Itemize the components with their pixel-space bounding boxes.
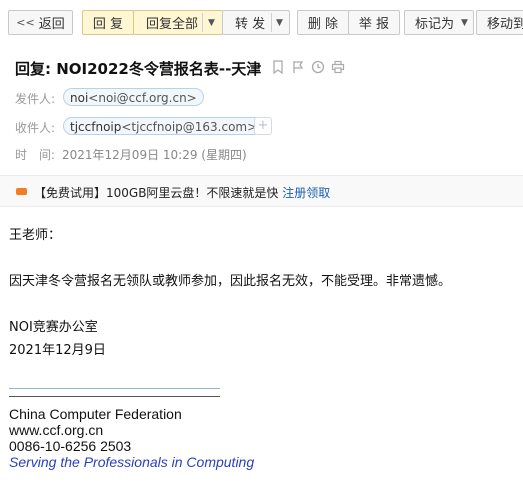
chevron-down-icon: ▼	[461, 17, 468, 28]
forward-button[interactable]: 转 发 ▼	[222, 10, 290, 35]
recipient-name: tjccfnoip	[70, 120, 122, 134]
ad-text: 【免费试用】100GB阿里云盘！不限速就是快	[34, 186, 279, 200]
back-button[interactable]: << 返回	[8, 10, 73, 35]
signature-divider-lower	[9, 396, 220, 397]
report-button[interactable]: 举 报	[348, 10, 400, 35]
ad-banner: 【免费试用】100GB阿里云盘！不限速就是快 注册领取	[0, 175, 523, 207]
signature-website[interactable]: www.ccf.org.cn	[9, 422, 103, 438]
add-recipient-icon[interactable]: +	[254, 117, 272, 135]
email-subject: 回复: NOI2022冬令营报名表--天津	[15, 60, 262, 78]
mark-as-button[interactable]: 标记为 ▼	[404, 10, 474, 35]
sender-signature: NOI竞赛办公室	[9, 320, 98, 335]
flag-icon[interactable]	[291, 60, 305, 74]
mail-toolbar: << 返回 回 复 回复全部 ▼ 转 发 ▼ 删 除 举 报 标记为 ▼ 移动到	[0, 0, 523, 44]
bookmark-icon[interactable]	[271, 60, 285, 75]
cloud-drive-icon	[16, 188, 27, 195]
signature-divider	[9, 388, 220, 389]
subject-actions	[271, 60, 345, 75]
signature-org: China Computer Federation	[9, 406, 182, 422]
chevron-down-icon[interactable]: ▼	[208, 18, 215, 28]
message-date: 2021年12月9日	[9, 343, 106, 358]
reply-button[interactable]: 回 复	[82, 10, 134, 35]
message-content: 因天津冬令营报名无领队或教师参加，因此报名无效，不能受理。非常遗憾。	[9, 274, 452, 289]
signature-slogan: Serving the Professionals in Computing	[9, 454, 255, 470]
signature-phone: 0086-10-6256 2503	[9, 438, 132, 454]
sender-chip[interactable]: noi<noi@ccf.org.cn>	[63, 88, 204, 106]
chevron-down-icon[interactable]: ▼	[276, 18, 283, 28]
delete-button[interactable]: 删 除	[297, 10, 349, 35]
back-arrow-icon: <<	[16, 16, 35, 29]
time-label: 时 间:	[15, 148, 56, 162]
sent-time: 2021年12月09日 10:29 (星期四)	[62, 148, 247, 162]
print-icon[interactable]	[331, 60, 345, 74]
move-to-button[interactable]: 移动到	[476, 10, 523, 35]
greeting: 王老师：	[9, 228, 62, 243]
recipient-address: <tjccfnoip@163.com>	[121, 120, 258, 134]
from-label: 发件人:	[15, 92, 56, 106]
reply-all-button[interactable]: 回复全部 ▼	[133, 10, 223, 35]
to-label: 收件人:	[15, 121, 56, 135]
sender-name: noi	[70, 91, 89, 105]
sender-address: <noi@ccf.org.cn>	[88, 91, 197, 105]
recipient-chip[interactable]: tjccfnoip<tjccfnoip@163.com>	[63, 117, 265, 135]
ad-register-link[interactable]: 注册领取	[282, 186, 330, 200]
clock-icon[interactable]	[311, 60, 325, 74]
